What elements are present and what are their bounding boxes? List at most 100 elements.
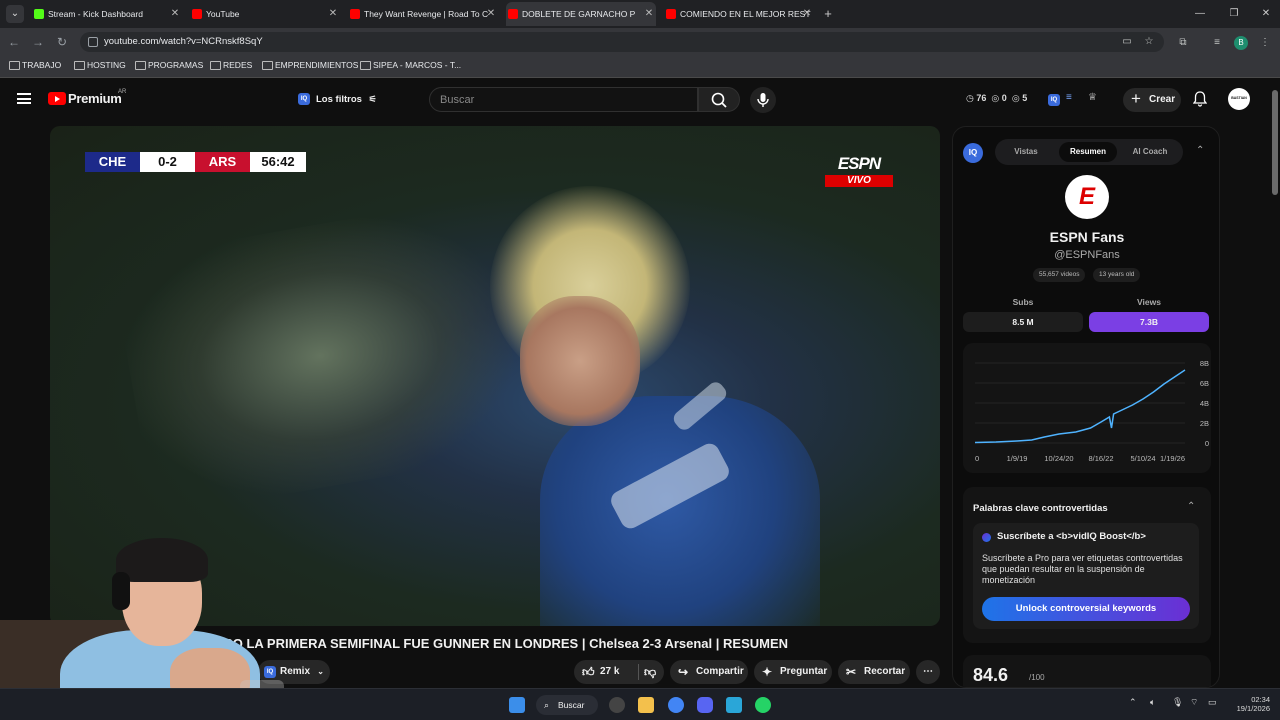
keywords-title: Palabras clave controvertidas: [973, 503, 1108, 514]
subs-toggle[interactable]: 8.5 M: [963, 312, 1083, 332]
tray-chevron-icon[interactable]: ⌃: [1129, 697, 1137, 708]
bookmark-star-icon[interactable]: ☆: [1142, 35, 1156, 49]
share-button[interactable]: ↪ Compartir: [670, 660, 748, 684]
share-label: Compartir: [696, 666, 744, 677]
sliders-icon: ⚟: [368, 94, 377, 104]
y-tick-label: 2B: [1200, 419, 1209, 428]
trophy-icon[interactable]: ♕: [1088, 92, 1097, 103]
tab-youtube[interactable]: YouTube ✕: [190, 2, 340, 26]
battery-icon[interactable]: ▭: [1208, 697, 1217, 708]
cast-icon[interactable]: ▭: [1120, 35, 1134, 49]
hamburger-menu-icon[interactable]: [17, 93, 31, 104]
minimize-icon[interactable]: —: [1184, 0, 1216, 28]
clock-time: 02:34: [1251, 695, 1270, 704]
match-clock: 56:42: [250, 152, 306, 172]
windows-start-icon[interactable]: [509, 697, 525, 713]
tab-title: YouTube: [206, 9, 240, 19]
back-icon[interactable]: ←: [6, 34, 22, 50]
bookmark-link[interactable]: SIPEA - MARCOS - T...: [360, 60, 461, 70]
app-icon[interactable]: [726, 697, 742, 713]
views-line-chart: 0 2B 4B 6B 8B 0 1/9/19 10/24/20 8/16/22 5/10/24 1/…: [974, 359, 1209, 463]
wifi-icon[interactable]: ⌔: [1190, 697, 1198, 708]
close-icon[interactable]: ✕: [326, 2, 340, 26]
obs-icon[interactable]: [609, 697, 625, 713]
tab-resumen[interactable]: Resumen: [1059, 142, 1117, 162]
views-chart-card: 0 2B 4B 6B 8B 0 1/9/19 10/24/20 8/16/22 5/10/24 1/…: [963, 343, 1211, 473]
site-info-icon[interactable]: [88, 37, 98, 47]
like-button[interactable]: 👍︎ 27 k 👎︎: [574, 660, 664, 684]
bookmark-folder[interactable]: HOSTING: [74, 60, 126, 70]
file-explorer-icon[interactable]: [638, 697, 654, 713]
clip-button[interactable]: ✂ Recortar: [838, 660, 910, 684]
webcam-person-hair: [116, 538, 208, 582]
collapse-icon[interactable]: ⌃: [1187, 501, 1195, 512]
more-actions-button[interactable]: ⋯: [916, 660, 940, 684]
bookmark-folder[interactable]: PROGRAMAS: [135, 60, 203, 70]
tab-comiendo[interactable]: COMIENDO EN EL MEJOR REST ✕: [664, 2, 814, 26]
tab-ai-coach[interactable]: AI Coach: [1121, 142, 1179, 162]
subs-label: Subs: [1012, 297, 1034, 307]
url-bar[interactable]: youtube.com/watch?v=NCRnskf8SqY ▭ ☆: [80, 32, 1164, 52]
youtube-logo-icon[interactable]: [48, 92, 66, 105]
forward-icon[interactable]: →: [30, 34, 46, 50]
tab-search-button[interactable]: ⌄: [6, 5, 24, 23]
bookmark-folder[interactable]: REDES: [210, 60, 252, 70]
thumbs-down-icon[interactable]: 👎︎: [644, 660, 656, 684]
bookmark-folder[interactable]: EMPRENDIMIENTOS: [262, 60, 358, 70]
list-icon[interactable]: ≡: [1066, 92, 1072, 103]
voice-search-button[interactable]: [750, 87, 776, 113]
address-bar-row: ← → ↻ youtube.com/watch?v=NCRnskf8SqY ▭ …: [0, 28, 1280, 56]
bookmark-folder[interactable]: TRABAJO: [9, 60, 61, 70]
mic-tray-icon[interactable]: 🎙︎: [1172, 697, 1183, 708]
page-scrollbar[interactable]: [1270, 80, 1280, 688]
search-button[interactable]: [698, 87, 740, 112]
create-button[interactable]: Crear: [1123, 87, 1181, 112]
collapse-icon[interactable]: ⌃: [1196, 145, 1204, 156]
close-icon[interactable]: ✕: [168, 2, 182, 26]
youtube-premium-logo[interactable]: Premium: [68, 91, 122, 106]
close-icon[interactable]: ✕: [484, 2, 498, 26]
close-icon[interactable]: ✕: [800, 2, 814, 26]
chevron-down-icon: ⌄: [317, 667, 324, 676]
discord-icon[interactable]: [697, 697, 713, 713]
tab-garnacho[interactable]: DOBLETE DE GARNACHO P ✕: [506, 2, 656, 26]
y-tick-label: 8B: [1200, 359, 1209, 368]
new-tab-button[interactable]: +: [818, 0, 838, 28]
channel-name: ESPN Fans: [1049, 229, 1125, 245]
maximize-icon[interactable]: ❐: [1218, 0, 1250, 28]
scrollbar-thumb[interactable]: [1272, 90, 1278, 195]
ask-button[interactable]: ✦ Preguntar: [754, 660, 832, 684]
chrome-icon[interactable]: [668, 697, 684, 713]
filters-button[interactable]: IQ Los filtros ⚟: [292, 88, 385, 110]
taskbar-search[interactable]: ⌕ Buscar: [536, 695, 598, 715]
extensions-icon[interactable]: ⧉: [1176, 36, 1190, 50]
boost-title: Suscríbete a <b>vidIQ Boost</b>: [997, 531, 1146, 542]
speaker-icon[interactable]: 🔈︎: [1150, 697, 1155, 708]
profile-avatar[interactable]: B: [1234, 36, 1248, 50]
tab-vistas[interactable]: Vistas: [1001, 142, 1051, 162]
reading-list-icon[interactable]: ≡: [1210, 36, 1224, 50]
tab-revenge[interactable]: They Want Revenge | Road To C ✕: [348, 2, 498, 26]
search-input[interactable]: Buscar: [429, 87, 698, 112]
reload-icon[interactable]: ↻: [54, 34, 70, 50]
channel-handle: @ESPNFans: [1054, 249, 1120, 261]
close-icon[interactable]: ✕: [642, 2, 656, 26]
x-tick-label: 5/10/24: [1130, 454, 1155, 463]
vidiq-icon[interactable]: IQ: [1048, 94, 1060, 106]
menu-icon[interactable]: ⋮: [1258, 36, 1272, 50]
clip-label: Recortar: [864, 666, 906, 677]
boost-icon: [982, 533, 991, 542]
views-series-line: [974, 369, 1186, 444]
boost-description: Suscríbete a Pro para ver etiquetas cont…: [982, 553, 1183, 585]
close-window-icon[interactable]: ✕: [1250, 0, 1280, 28]
tab-kick-dashboard[interactable]: Stream - Kick Dashboard ✕: [32, 2, 182, 26]
browser-tab-bar: ⌄ Stream - Kick Dashboard ✕ YouTube ✕ Th…: [0, 0, 1280, 28]
views-toggle[interactable]: 7.3B: [1089, 312, 1209, 332]
account-avatar[interactable]: BASTIAN: [1228, 88, 1250, 110]
whatsapp-icon[interactable]: [755, 697, 771, 713]
x-tick-label: 10/24/20: [1044, 454, 1073, 463]
clock[interactable]: 02:34 19/1/2026: [1230, 695, 1270, 713]
url-text: youtube.com/watch?v=NCRnskf8SqY: [104, 36, 263, 47]
bell-icon[interactable]: [1193, 91, 1207, 107]
unlock-keywords-button[interactable]: Unlock controversial keywords: [982, 597, 1190, 621]
